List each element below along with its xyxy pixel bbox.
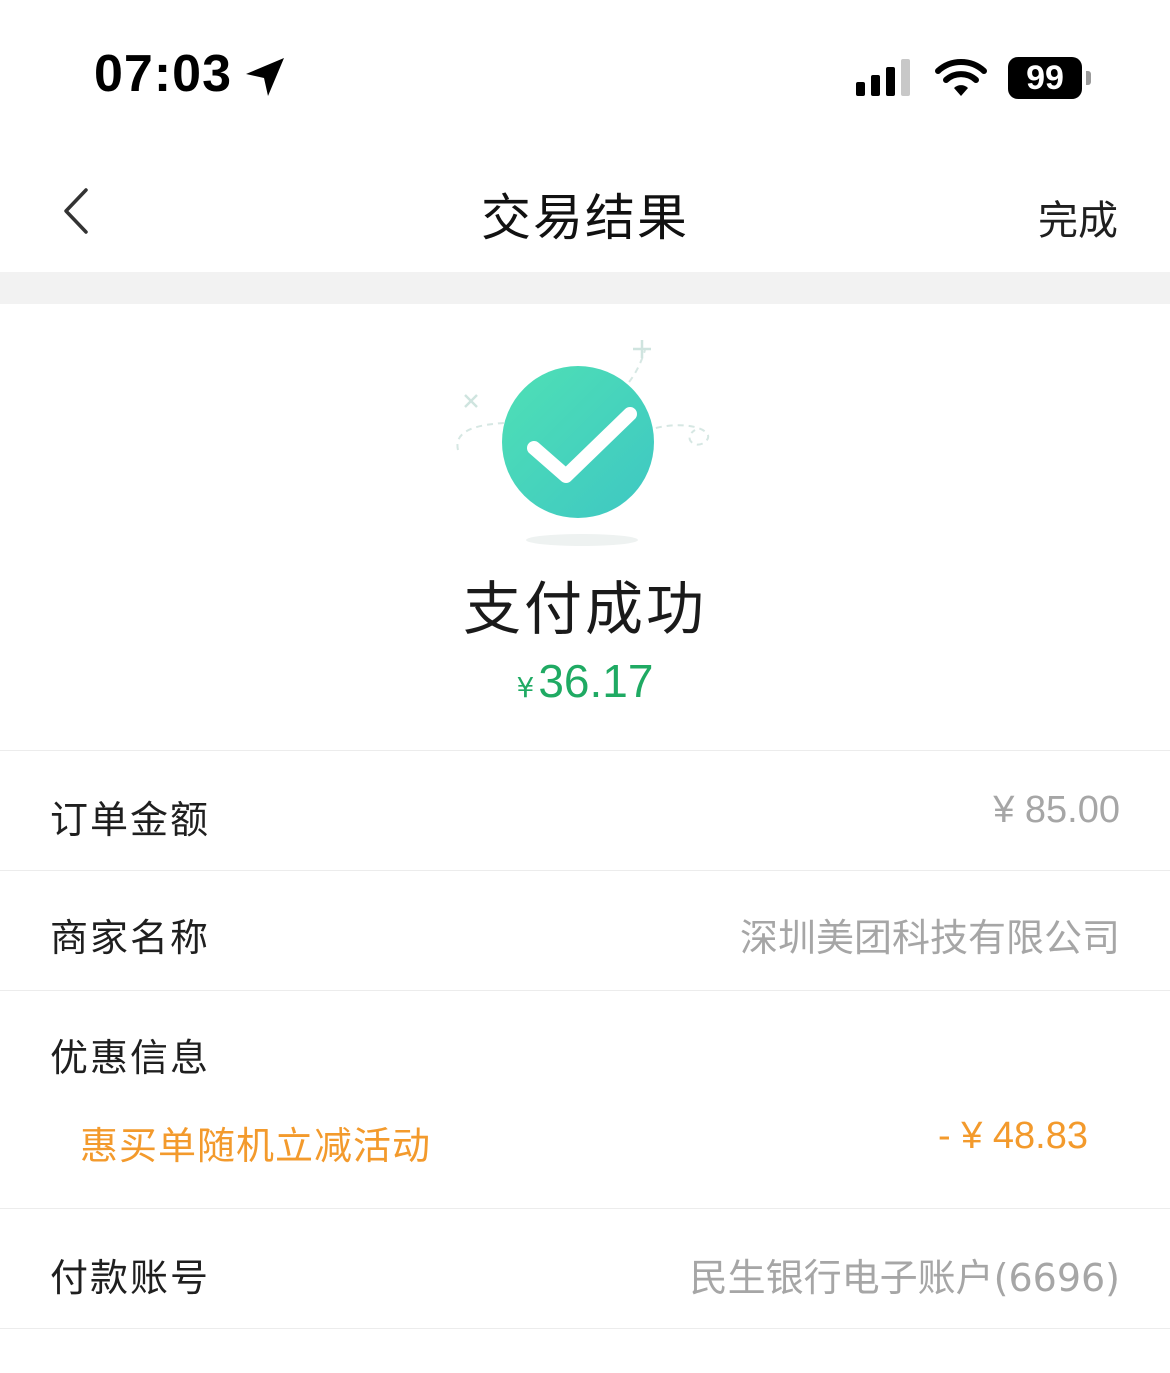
payment-result: 支付成功 ¥36.17 [0,304,1170,750]
battery-icon: 99 [1008,57,1092,99]
payment-account-value: 民生银行电子账户(6696) [689,1256,1120,1300]
discount-item-name: 惠买单随机立减活动 [80,1124,432,1168]
merchant-row: 商家名称 深圳美团科技有限公司 [0,870,1170,990]
signal-icon [856,59,910,96]
page-title: 交易结果 [481,189,689,247]
nav-bar: 交易结果 完成 [0,150,1170,272]
next-row [0,1328,1170,1373]
battery-level: 99 [1008,57,1082,99]
discount-item-value: - ¥ 48.83 [938,1115,1088,1157]
payment-account-row: 付款账号 民生银行电子账户(6696) [0,1208,1170,1328]
order-amount-row: 订单金额 ¥ 85.00 [0,750,1170,870]
discount-label: 优惠信息 [50,1036,211,1080]
order-amount-label: 订单金额 [50,798,211,842]
order-amount-value: ¥ 85.00 [993,789,1120,831]
paid-amount: ¥36.17 [0,654,1170,708]
check-circle-icon [456,340,710,546]
payment-account-label: 付款账号 [50,1256,211,1300]
location-arrow-icon [246,58,284,96]
amount-value: 36.17 [538,655,654,707]
battery-tip [1086,71,1091,85]
merchant-label: 商家名称 [50,916,211,960]
done-button[interactable]: 完成 [1038,188,1118,246]
currency-symbol: ¥ [516,671,535,704]
payment-status: 支付成功 [462,575,707,643]
section-divider [0,272,1170,304]
wifi-icon [935,59,987,96]
status-time: 07:03 [94,45,232,103]
merchant-value: 深圳美团科技有限公司 [739,916,1120,960]
discount-row: 优惠信息 惠买单随机立减活动 - ¥ 48.83 [0,990,1170,1208]
status-bar: 07:03 99 [0,0,1170,150]
